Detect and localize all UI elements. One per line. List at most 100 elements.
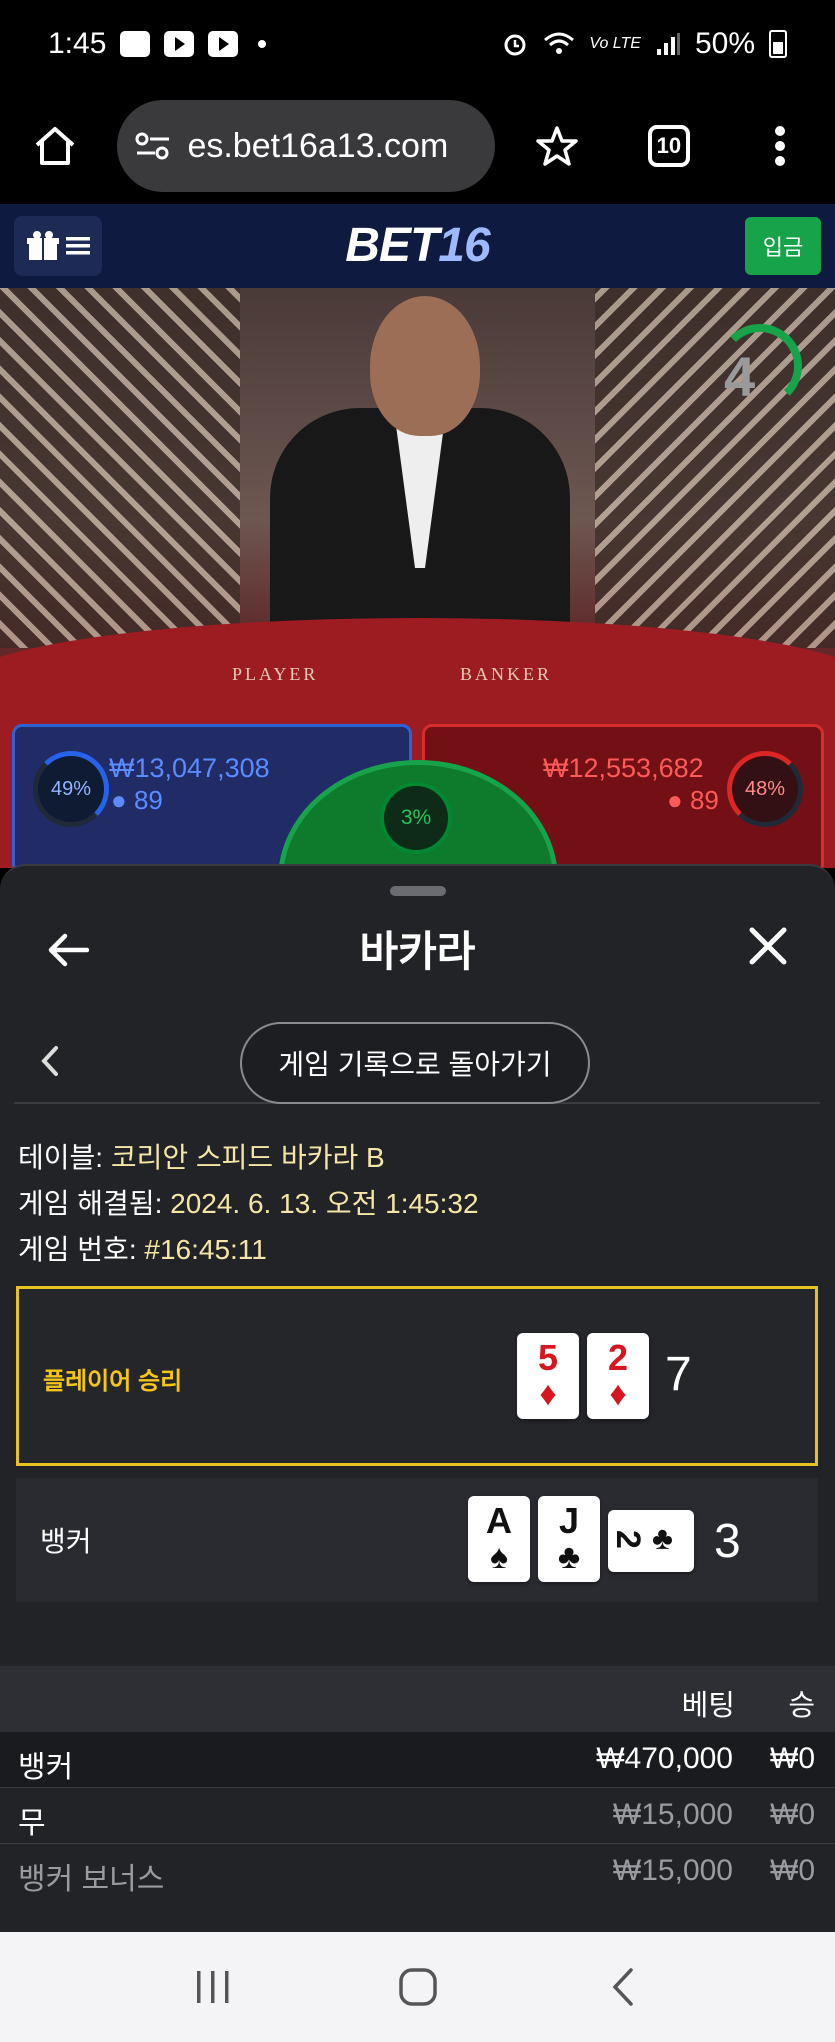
- back-nav-button[interactable]: [583, 1957, 663, 2017]
- home-icon: [35, 127, 75, 165]
- site-settings-icon: [135, 132, 170, 160]
- decorative-screen-right: [595, 288, 835, 648]
- resolved-info: 게임 해결됨: 2024. 6. 13. 오전 1:45:32: [18, 1182, 479, 1222]
- signal-icon: [656, 33, 680, 55]
- browser-menu-button[interactable]: [746, 111, 815, 181]
- table-player-label: PLAYER: [232, 664, 319, 684]
- win-amount: ₩0: [770, 1742, 815, 1775]
- system-nav-bar: [0, 1932, 835, 2042]
- playing-card: 2 ♦: [587, 1333, 649, 1419]
- banker-percent: 48%: [727, 751, 803, 827]
- chevron-left-icon[interactable]: [36, 1044, 66, 1078]
- youtube-icon: [164, 31, 195, 57]
- column-bet: 베팅: [681, 1690, 735, 1722]
- gallery-icon: [120, 31, 151, 57]
- site-logo: BET16: [0, 218, 835, 273]
- status-time: 1:45: [48, 27, 107, 60]
- diamond-suit-icon: ♦: [539, 1375, 557, 1413]
- lte-indicator: Vo LTE: [589, 35, 641, 52]
- banker-score: 3: [714, 1515, 741, 1568]
- card-rank: 2: [607, 1337, 629, 1378]
- youtube-icon: [208, 31, 239, 57]
- banker-label: 뱅커: [40, 1526, 92, 1557]
- bet-amount: ₩470,000: [596, 1742, 733, 1775]
- tabs-count: 10: [647, 125, 690, 167]
- menu-icon: [66, 237, 90, 255]
- address-bar[interactable]: es.bet16a13.com: [117, 100, 495, 192]
- player-bettors: ● 89: [111, 785, 163, 816]
- back-to-history-button[interactable]: 게임 기록으로 돌아가기: [240, 1022, 590, 1104]
- battery-percent: 50%: [694, 27, 755, 60]
- dealer-head: [370, 296, 480, 436]
- bet-name: 뱅커: [18, 1751, 74, 1784]
- table-row: 무 ₩15,000 ₩0: [0, 1788, 835, 1844]
- column-win: 승: [788, 1690, 815, 1722]
- home-nav-button[interactable]: [378, 1957, 458, 2017]
- alarm-icon: [504, 34, 526, 56]
- sheet-drag-handle[interactable]: [390, 886, 446, 896]
- win-amount: ₩0: [770, 1798, 815, 1831]
- card-rank: 2: [608, 1530, 647, 1549]
- home-circle-icon: [398, 1968, 437, 2006]
- card-rank: 5: [537, 1337, 559, 1378]
- gift-menu-button[interactable]: [14, 216, 102, 276]
- logo-text-number: 16: [438, 219, 490, 272]
- spade-suit-icon: ♠: [489, 1538, 509, 1576]
- table-info-value: 코리안 스피드 바카라 B: [110, 1142, 385, 1173]
- playing-card: J ♣: [538, 1496, 600, 1582]
- table-info: 테이블: 코리안 스피드 바카라 B: [18, 1136, 385, 1176]
- player-percent: 49%: [33, 751, 109, 827]
- game-number-value: #16:45:11: [144, 1234, 267, 1265]
- winner-label: 플레이어 승리: [43, 1368, 183, 1395]
- status-bar: 1:45 Vo LTE 50%: [0, 0, 835, 88]
- bet-name: 뱅커 보너스: [18, 1863, 165, 1896]
- table-banker-label: BANKER: [460, 664, 553, 684]
- deposit-button[interactable]: 입금: [745, 217, 821, 275]
- sheet-title: 바카라: [359, 928, 476, 975]
- resolved-info-value: 2024. 6. 13. 오전 1:45:32: [170, 1188, 479, 1219]
- more-vert-icon: [775, 126, 786, 166]
- table-row: 뱅커 보너스 ₩15,000 ₩0: [0, 1844, 835, 1900]
- home-button[interactable]: [20, 111, 89, 181]
- tab-switcher-button[interactable]: 10: [634, 111, 703, 181]
- wifi-icon: [544, 32, 575, 54]
- resolved-info-label: 게임 해결됨:: [18, 1188, 171, 1219]
- bet-amount: ₩15,000: [612, 1854, 733, 1887]
- game-number-info: 게임 번호: #16:45:11: [18, 1228, 267, 1268]
- player-total-amount: ₩13,047,308: [109, 753, 270, 783]
- table-info-label: 테이블:: [18, 1142, 111, 1173]
- card-rank: A: [486, 1500, 512, 1541]
- decorative-screen-left: [0, 288, 240, 648]
- person-icon: ●: [667, 785, 683, 815]
- bet-name: 무: [18, 1807, 46, 1840]
- bookmark-button[interactable]: [523, 111, 592, 181]
- banker-bettors-count: 89: [689, 785, 719, 815]
- bets-table-header: 베팅 승: [0, 1666, 835, 1732]
- battery-icon: [769, 30, 787, 58]
- banker-hand-row: 뱅커 A ♠ J ♣ 2 ♣ 3: [16, 1478, 818, 1602]
- site-header: BET16 입금: [0, 204, 835, 288]
- recent-apps-button[interactable]: [173, 1957, 253, 2017]
- countdown-timer: 4: [724, 345, 756, 408]
- browser-toolbar: es.bet16a13.com 10: [0, 88, 835, 204]
- close-button[interactable]: [740, 918, 796, 974]
- recent-apps-icon: [196, 1971, 228, 2003]
- table-row: 뱅커 ₩470,000 ₩0: [0, 1732, 835, 1788]
- url-text: es.bet16a13.com: [187, 126, 449, 165]
- player-bettors-count: 89: [133, 785, 163, 815]
- win-amount: ₩0: [770, 1854, 815, 1887]
- tie-percent: 3%: [380, 782, 452, 854]
- club-suit-icon: ♣: [557, 1538, 581, 1576]
- game-number-label: 게임 번호:: [18, 1234, 145, 1265]
- player-hand-row: 플레이어 승리 5 ♦ 2 ♦ 7: [16, 1286, 818, 1466]
- game-detail-sheet: 바카라 게임 기록으로 돌아가기 테이블: 코리안 스피드 바카라 B 게임 해…: [0, 864, 835, 1932]
- person-icon: ●: [111, 785, 127, 815]
- banker-total-amount: ₩12,553,682: [543, 753, 704, 783]
- bet-amount: ₩15,000: [612, 1798, 733, 1831]
- logo-text-bet: BET: [345, 219, 439, 272]
- history-nav-row: 게임 기록으로 돌아가기: [14, 1018, 820, 1104]
- card-rank: J: [558, 1500, 580, 1541]
- diamond-suit-icon: ♦: [609, 1375, 627, 1413]
- playing-card: A ♠: [468, 1496, 530, 1582]
- star-icon: [536, 126, 579, 166]
